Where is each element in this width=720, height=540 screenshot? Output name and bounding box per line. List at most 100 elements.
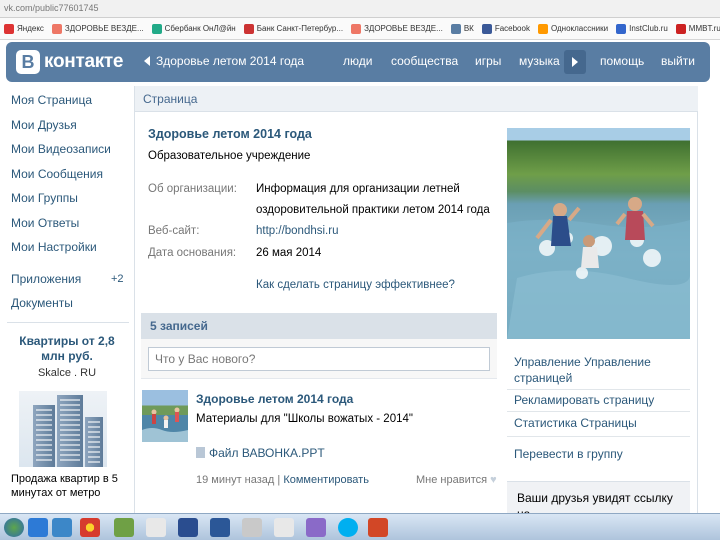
posts-count: 5 записей <box>150 319 208 333</box>
chrome-icon[interactable] <box>80 518 100 537</box>
comment-link[interactable]: Комментировать <box>283 474 369 486</box>
manage-page-link[interactable]: Управление Управление страницей <box>514 354 654 386</box>
like-label: Мне нравится <box>416 474 488 486</box>
sidebar-item-docs[interactable]: Документы <box>11 295 131 320</box>
sidebar-item-apps-label: Приложения <box>11 271 82 286</box>
page-header-bar: Страница <box>135 86 698 112</box>
nav-communities[interactable]: сообщества <box>391 54 458 68</box>
about-value: Информация для организации летней оздоро… <box>256 179 490 221</box>
nav-people[interactable]: люди <box>343 54 372 68</box>
bookmark-item[interactable]: Facebook <box>478 18 534 39</box>
post-author[interactable]: Здоровье летом 2014 года <box>196 392 353 406</box>
posts-header[interactable]: 5 записей <box>141 313 497 339</box>
page-header-title: Страница <box>143 92 198 106</box>
nav-music[interactable]: музыка <box>519 54 560 68</box>
bookmark-item[interactable]: Сбербанк ОнЛ@йн <box>148 18 240 39</box>
bookmark-label: Банк Санкт-Петербур... <box>256 24 344 33</box>
about-line-1: Информация для организации летней <box>256 183 460 195</box>
page-type: Образовательное учреждение <box>148 150 311 162</box>
bookmark-favicon-icon <box>243 23 254 34</box>
bookmark-item[interactable]: ЗДОРОВЬЕ ВЕЗДЕ... <box>347 18 447 39</box>
sidebar-item-my-groups[interactable]: Мои Группы <box>11 190 131 215</box>
bookmark-favicon-icon <box>537 23 548 34</box>
bookmarks-bar: Яндекс ЗДОРОВЬЕ ВЕЗДЕ... Сбербанк ОнЛ@йн Ба… <box>0 18 720 40</box>
grid-app-icon[interactable] <box>306 518 326 537</box>
back-arrow-icon[interactable] <box>144 56 150 66</box>
app-icon[interactable] <box>114 518 134 537</box>
vk-header: В контакте Здоровье летом 2014 года люди… <box>6 42 710 82</box>
bookmark-item[interactable]: ЗДОРОВЬЕ ВЕЗДЕ... <box>48 18 148 39</box>
bookmark-item[interactable]: InstClub.ru <box>612 18 672 39</box>
address-url[interactable]: vk.com/public77601745 <box>4 3 164 15</box>
bookmark-label: ВК <box>463 24 474 33</box>
bookmark-favicon-icon <box>351 23 362 34</box>
bookmark-favicon-icon <box>4 23 14 34</box>
transfer-to-group-link[interactable]: Перевести в группу <box>514 446 623 462</box>
page-stats-link[interactable]: Статистика Страницы <box>514 415 637 431</box>
explorer-icon[interactable] <box>52 518 72 537</box>
website-label: Веб-сайт: <box>148 225 200 237</box>
post-meta: 19 минут назад | Комментировать <box>196 474 369 486</box>
like-button[interactable]: Мне нравится ♥ <box>416 474 497 486</box>
bookmark-label: Одноклассники <box>550 24 609 33</box>
ie-icon[interactable] <box>28 518 48 537</box>
powerpoint-icon[interactable] <box>368 518 388 537</box>
bookmark-label: MMBT.ru <box>688 24 720 33</box>
bookmark-favicon-icon <box>51 23 62 34</box>
post-attachment[interactable]: Файл ВАВОНКА.PPT <box>196 446 325 460</box>
sidebar-item-my-settings[interactable]: Мои Настройки <box>11 239 131 264</box>
bookmark-item[interactable]: Банк Санкт-Петербур... <box>240 18 347 39</box>
bookmark-favicon-icon <box>450 23 461 34</box>
vk-logo-text: контакте <box>44 51 124 72</box>
nav-help[interactable]: помощь <box>600 54 644 68</box>
about-label: Об организации: <box>148 183 237 195</box>
ad-caption[interactable]: Продажа квартир в 5 минутах от метро <box>11 472 129 500</box>
header-page-title[interactable]: Здоровье летом 2014 года <box>156 54 304 68</box>
new-post-area <box>141 339 497 379</box>
nav-logout[interactable]: выйти <box>661 54 695 68</box>
sidebar-item-my-videos[interactable]: Мои Видеозаписи <box>11 141 131 166</box>
website-link[interactable]: http://bondhsi.ru <box>256 221 338 242</box>
post-thumbnail[interactable] <box>142 390 188 442</box>
sidebar-item-my-page[interactable]: Моя Страница <box>11 92 131 117</box>
post-time[interactable]: 19 минут назад <box>196 474 274 486</box>
start-button-icon[interactable] <box>4 518 24 537</box>
about-line-2: оздоровительной практики летом 2014 года <box>256 204 490 216</box>
ad-site: Skalce . RU <box>37 367 97 379</box>
sidebar-item-my-messages[interactable]: Мои Сообщения <box>11 166 131 191</box>
ad-block[interactable]: Квартиры от 2,8 млн руб. Skalce . RU Про… <box>8 334 126 499</box>
right-divider-2 <box>507 411 690 412</box>
bookmark-item[interactable]: ВК <box>447 18 478 39</box>
sidebar-item-my-answers[interactable]: Мои Ответы <box>11 215 131 240</box>
sidebar-item-apps[interactable]: Приложения +2 <box>11 271 131 296</box>
bookmark-item[interactable]: Одноклассники <box>534 18 612 39</box>
ad-title[interactable]: Квартиры от 2,8 млн руб. <box>8 334 126 364</box>
bookmark-label: Facebook <box>494 24 530 33</box>
window-icon[interactable] <box>242 518 262 537</box>
yandex-browser-icon[interactable] <box>274 518 294 537</box>
heart-icon: ♥ <box>490 474 497 486</box>
advertise-page-link[interactable]: Рекламировать страницу <box>514 392 654 408</box>
left-menu: Моя Страница Мои Друзья Мои Видеозаписи … <box>11 92 131 320</box>
play-arrow-icon[interactable] <box>564 50 586 74</box>
browser-address-bar[interactable]: vk.com/public77601745 <box>0 0 720 18</box>
bookmark-item[interactable]: Яндекс <box>0 18 48 39</box>
document-icon <box>196 447 205 458</box>
nav-games[interactable]: игры <box>475 54 501 68</box>
sidebar-divider <box>7 322 129 323</box>
bookmark-label: InstClub.ru <box>629 24 668 33</box>
save-icon[interactable] <box>178 518 198 537</box>
sidebar-item-my-friends[interactable]: Мои Друзья <box>11 117 131 142</box>
apps-count-badge[interactable]: +2 <box>111 271 124 288</box>
main-right-border <box>697 86 698 516</box>
yandex-icon[interactable] <box>146 518 166 537</box>
improve-page-link[interactable]: Как сделать страницу эффективнее? <box>256 279 455 291</box>
page-name: Здоровье летом 2014 года <box>148 127 312 141</box>
new-post-input[interactable] <box>148 347 490 371</box>
word-icon[interactable] <box>210 518 230 537</box>
community-photo[interactable] <box>507 128 690 339</box>
bookmark-label: ЗДОРОВЬЕ ВЕЗДЕ... <box>364 24 443 33</box>
bookmark-item[interactable]: MMBT.ru <box>672 18 720 39</box>
skype-icon[interactable] <box>338 518 358 537</box>
ad-building-image[interactable] <box>19 391 107 467</box>
